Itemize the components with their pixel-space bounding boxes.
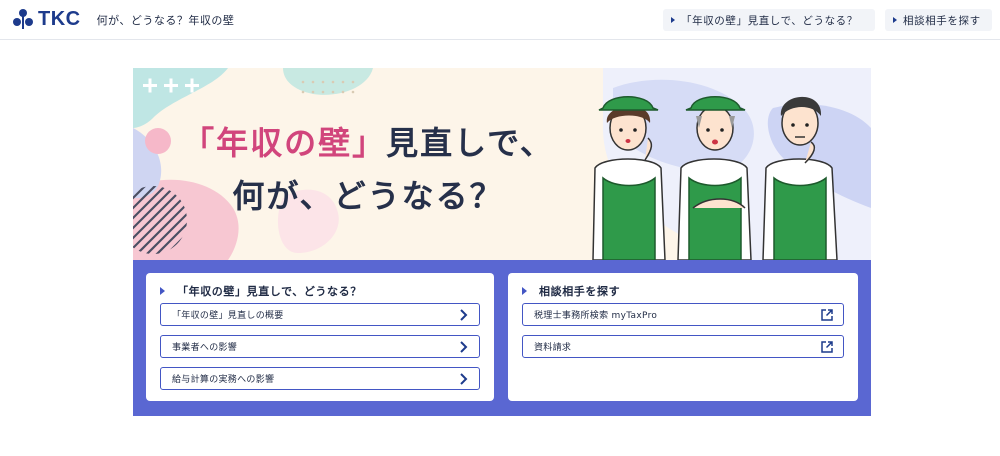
nav-nenshu-kabe[interactable]: 「年収の壁」見直しで、どうなる？ [663, 9, 875, 31]
external-link-icon [821, 341, 833, 353]
hero-illustration [133, 68, 871, 260]
card-heading-text: 「年収の壁」見直しで、どうなる？ [177, 285, 362, 298]
hero-title-line2: 何が、どうなる？ [232, 177, 504, 215]
link-jigyousha[interactable]: 事業者への影響 [160, 335, 480, 358]
logo-mark-icon [11, 8, 35, 31]
link-gaiyou[interactable]: 「年収の壁」見直しの概要 [160, 303, 480, 326]
card-heading-text: 相談相手を探す [539, 285, 621, 298]
triangle-right-icon [160, 287, 165, 295]
link-kyuyo-keisan[interactable]: 給与計算の実務への影響 [160, 367, 480, 390]
link-label: 給与計算の実務への影響 [172, 375, 275, 385]
link-shiryou-seikyu[interactable]: 資料請求 [522, 335, 844, 358]
card-nenshu-kabe: 「年収の壁」見直しで、どうなる？ 「年収の壁」見直しの概要 事業者への影響 給与… [146, 273, 494, 401]
link-label: 事業者への影響 [172, 343, 238, 353]
chevron-right-icon [460, 373, 468, 385]
chevron-right-icon [460, 341, 468, 353]
nav-label: 「年収の壁」見直しで、どうなる？ [681, 14, 858, 27]
hero-title-rest: 見直しで、 [386, 124, 554, 162]
card-soudan: 相談相手を探す 税理士事務所検索 myTaxPro 資料請求 [508, 273, 858, 401]
triangle-right-icon [893, 17, 897, 23]
hero-title-line1: 「年収の壁」見直しで、 [133, 118, 603, 164]
link-mytaxpro[interactable]: 税理士事務所検索 myTaxPro [522, 303, 844, 326]
site-header: TKC 何が、どうなる？年収の壁 「年収の壁」見直しで、どうなる？ 相談相手を探… [0, 0, 1000, 40]
triangle-right-icon [522, 287, 527, 295]
logo-text: TKC [38, 8, 81, 30]
hero-banner: 「年収の壁」見直しで、 何が、どうなる？ [133, 68, 871, 260]
chevron-right-icon [460, 309, 468, 321]
link-label: 税理士事務所検索 myTaxPro [534, 311, 658, 321]
hero-title-highlight: 「年収の壁」 [182, 124, 387, 162]
site-title[interactable]: 何が、どうなる？年収の壁 [97, 12, 235, 28]
card-heading: 「年収の壁」見直しで、どうなる？ [160, 283, 362, 299]
nav-label: 相談相手を探す [903, 14, 981, 27]
link-panel: 「年収の壁」見直しで、どうなる？ 「年収の壁」見直しの概要 事業者への影響 給与… [133, 260, 871, 416]
external-link-icon [821, 309, 833, 321]
nav-soudan[interactable]: 相談相手を探す [885, 9, 992, 31]
triangle-right-icon [671, 17, 675, 23]
tkc-logo[interactable]: TKC [11, 8, 81, 31]
link-label: 「年収の壁」見直しの概要 [172, 311, 284, 321]
card-heading: 相談相手を探す [522, 283, 620, 299]
link-label: 資料請求 [534, 343, 572, 353]
